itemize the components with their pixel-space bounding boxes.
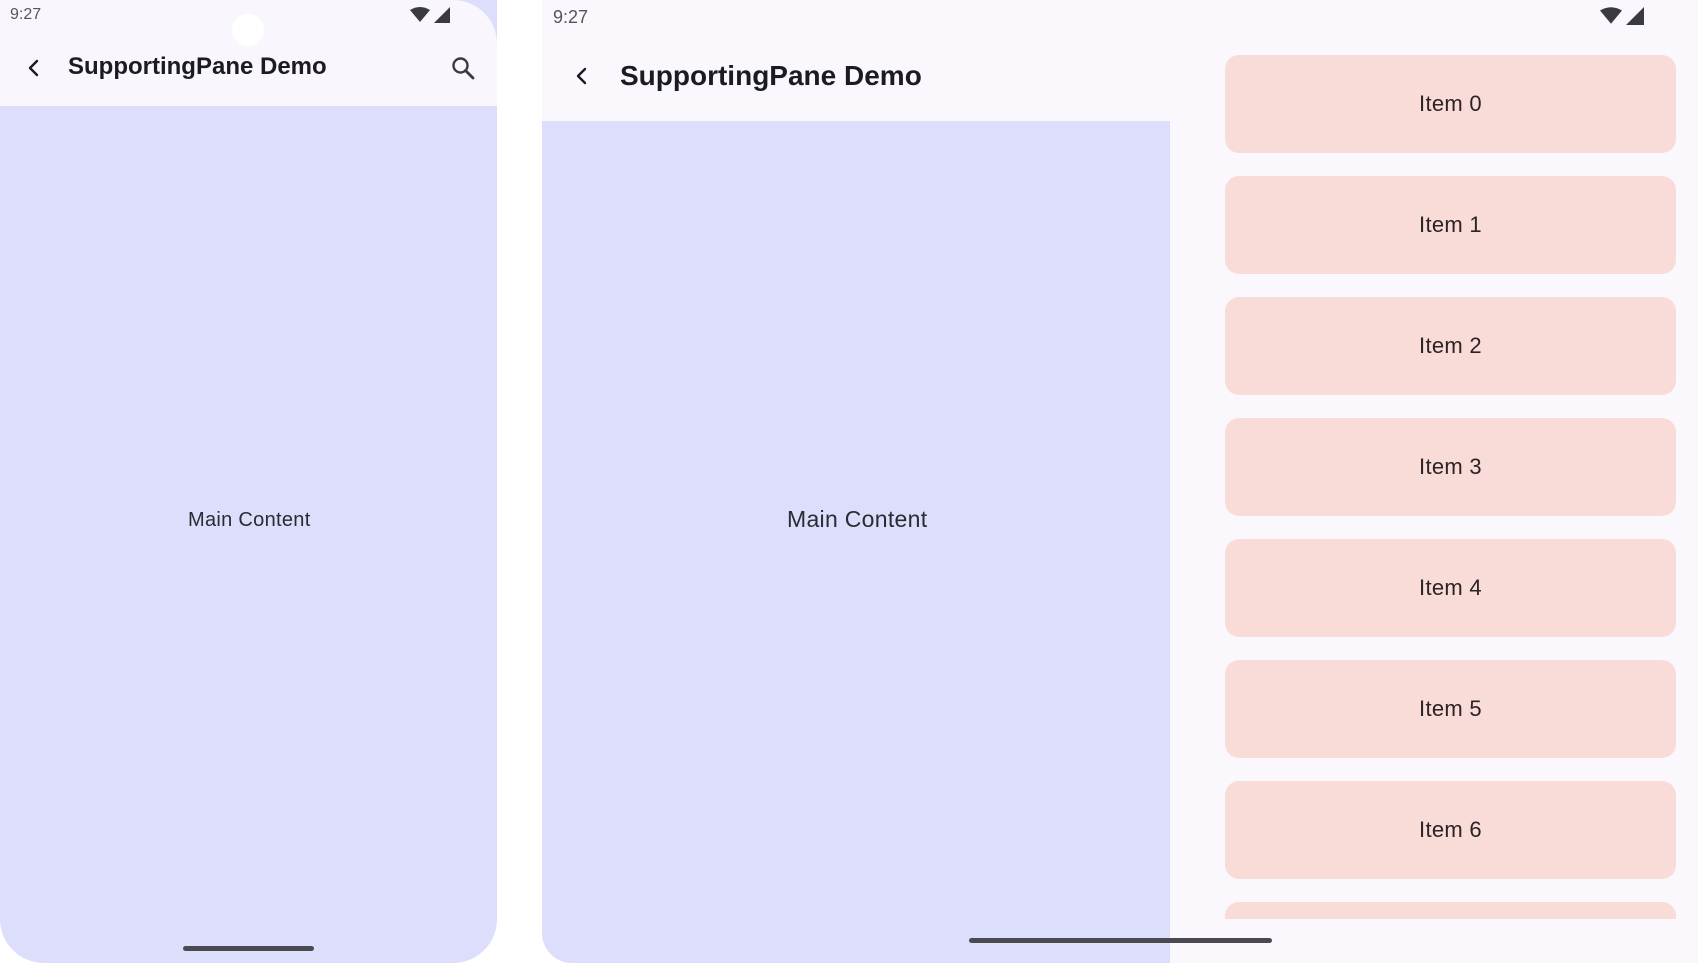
supporting-pane-list[interactable]: Item 0 Item 1 Item 2 Item 3 Item 4 Item … — [1225, 55, 1676, 919]
status-time: 9:27 — [10, 6, 42, 23]
top-app-bar: 9:27 SupportingPane Demo — [0, 0, 497, 106]
main-content-label: Main Content — [188, 509, 311, 531]
wifi-icon — [410, 7, 430, 22]
list-item[interactable]: Item 1 — [1225, 176, 1676, 274]
page-title: SupportingPane Demo — [68, 53, 327, 80]
camera-cutout — [232, 14, 264, 46]
status-icons — [1600, 7, 1644, 25]
list-item[interactable]: Item 2 — [1225, 297, 1676, 395]
list-item[interactable]: Item 6 — [1225, 781, 1676, 879]
status-time: 9:27 — [553, 7, 589, 27]
main-content-label: Main Content — [787, 506, 928, 532]
list-item[interactable]: Item 5 — [1225, 660, 1676, 758]
cell-signal-icon — [434, 7, 450, 23]
list-item[interactable]: Item 3 — [1225, 418, 1676, 516]
foldable-screen: 9:27 SupportingPane Demo Main Content It… — [542, 0, 1698, 963]
phone-screen: 9:27 SupportingPane Demo Main Content — [0, 0, 497, 963]
list-item[interactable] — [1225, 902, 1676, 919]
back-arrow-icon[interactable] — [570, 64, 594, 88]
back-arrow-icon[interactable] — [22, 56, 46, 80]
status-icons — [410, 7, 450, 23]
list-item[interactable]: Item 0 — [1225, 55, 1676, 153]
home-indicator[interactable] — [183, 946, 314, 951]
home-indicator[interactable] — [969, 938, 1272, 943]
cell-signal-icon — [1626, 7, 1644, 25]
page-title: SupportingPane Demo — [620, 60, 922, 91]
search-icon[interactable] — [450, 55, 476, 81]
main-pane — [542, 121, 1170, 963]
wifi-icon — [1600, 7, 1622, 24]
list-item[interactable]: Item 4 — [1225, 539, 1676, 637]
